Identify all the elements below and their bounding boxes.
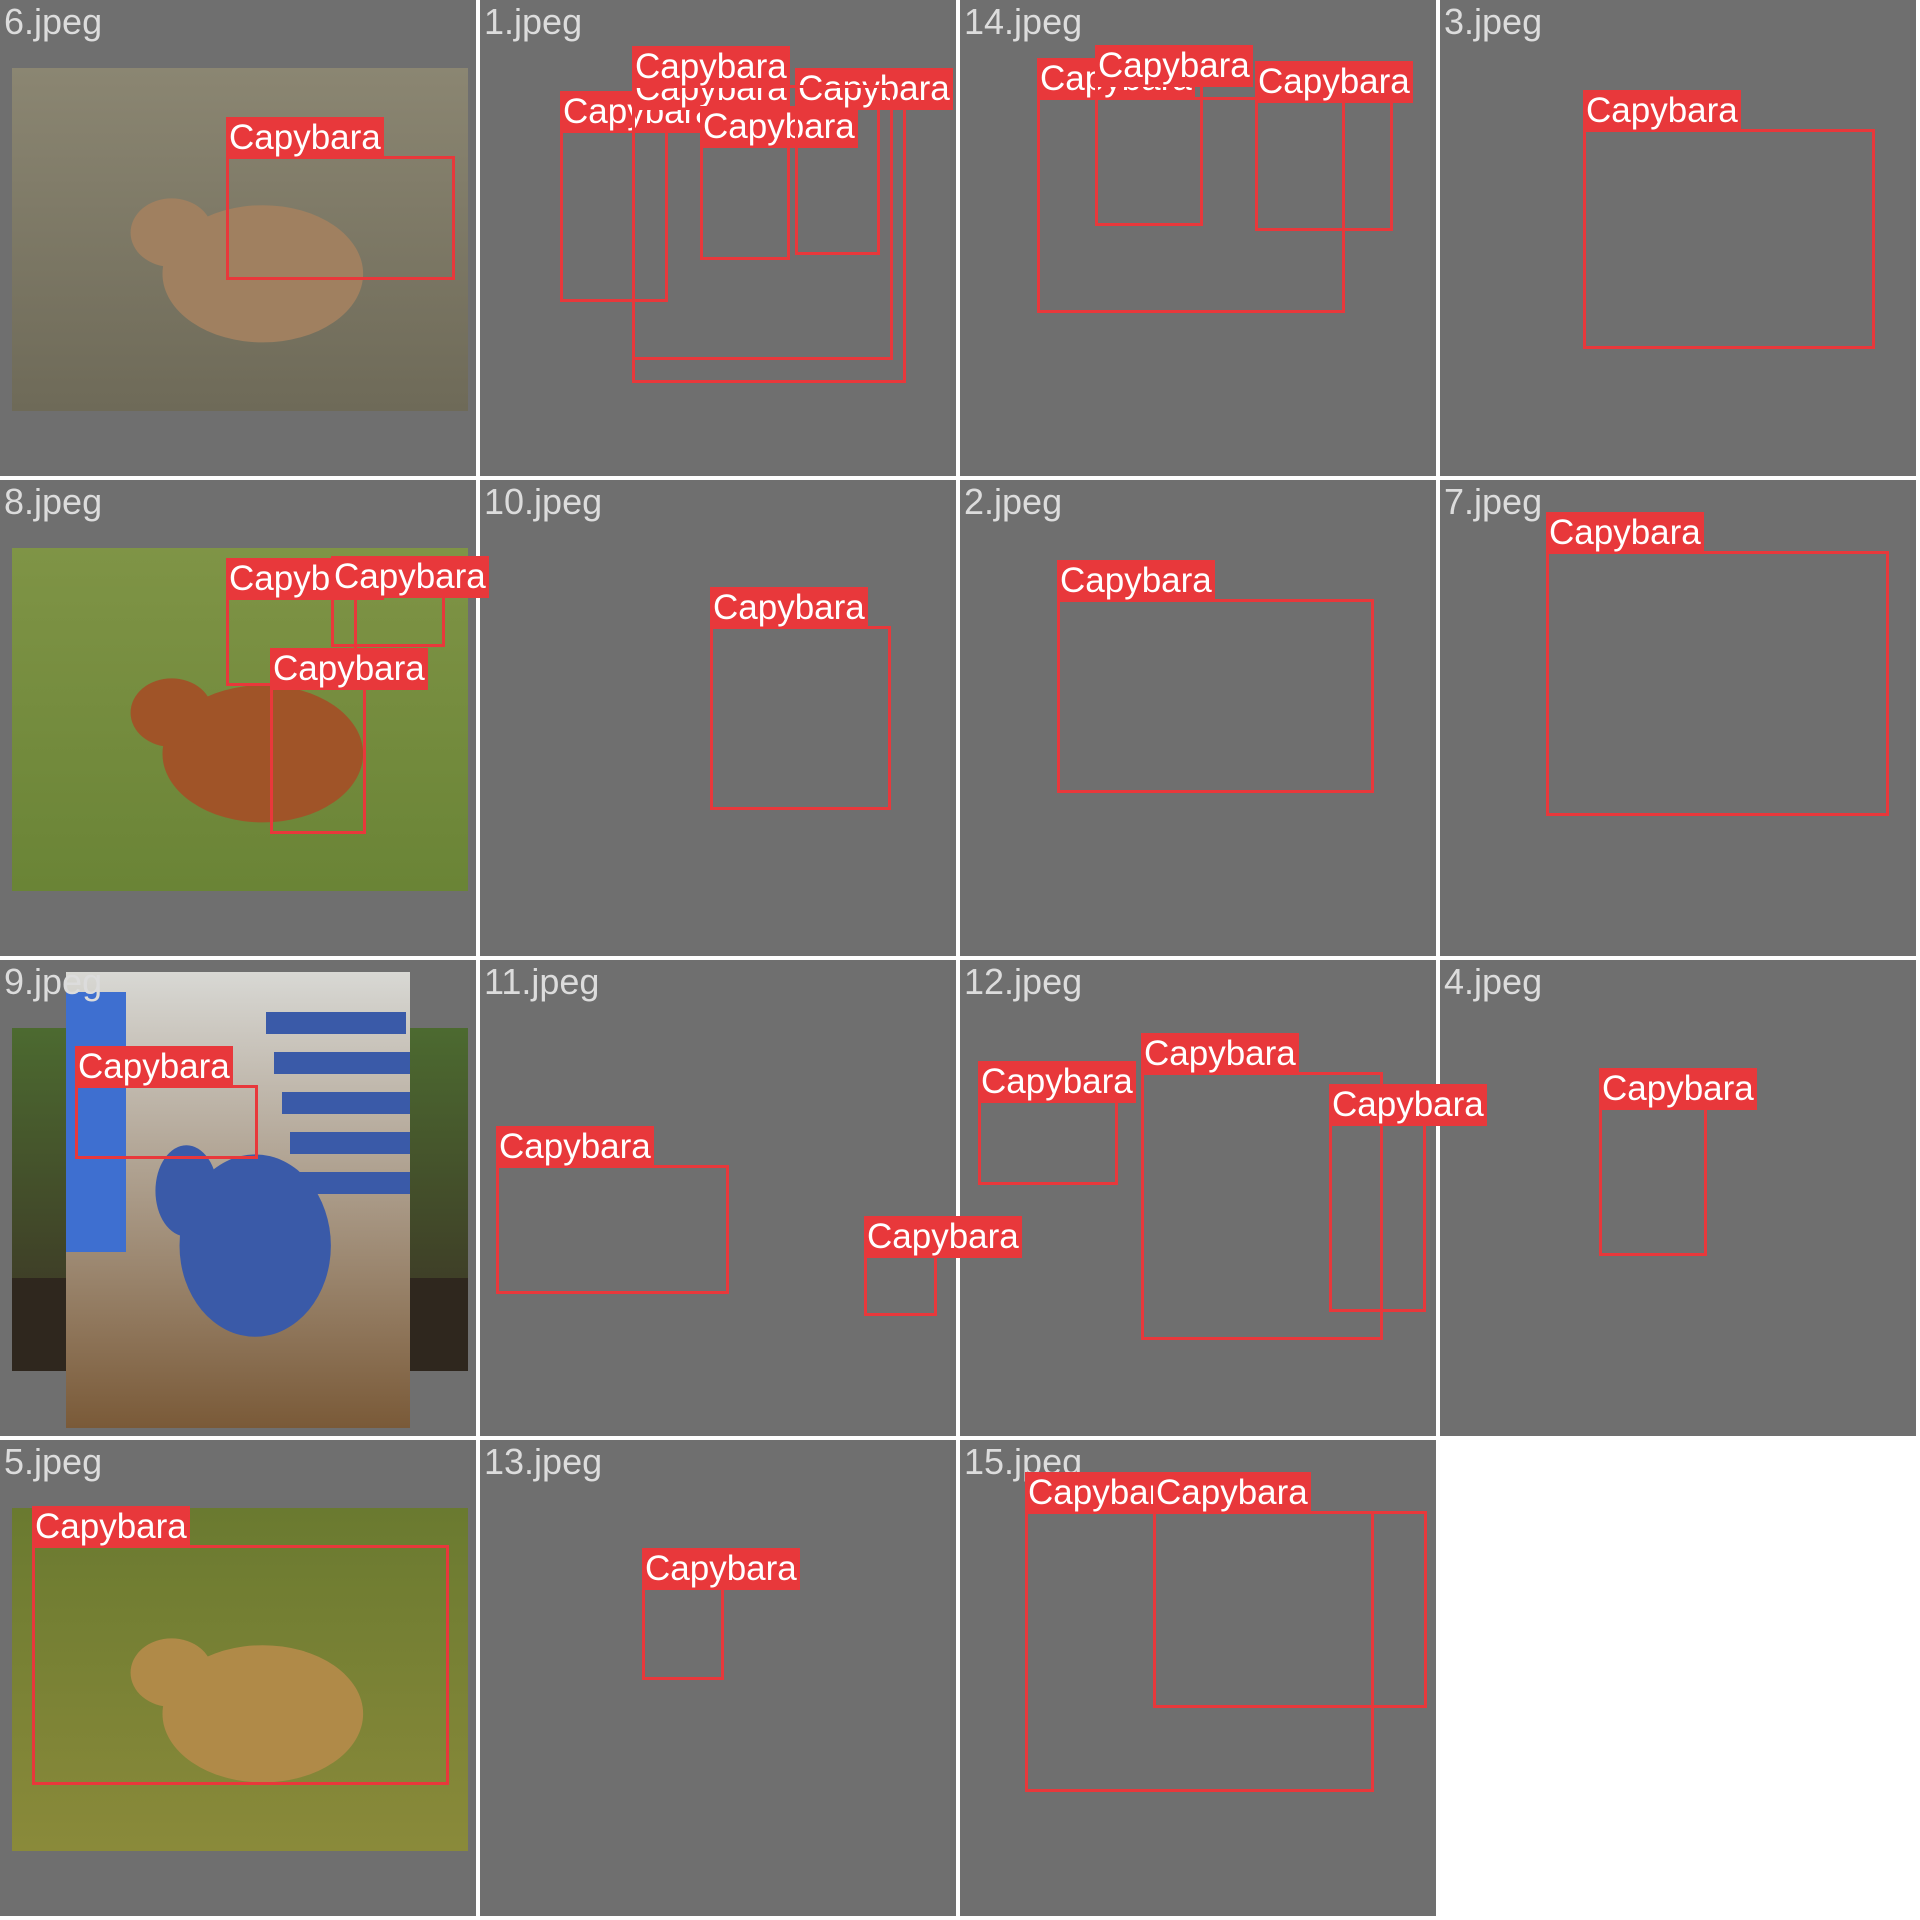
tile-filename: 9.jpeg bbox=[4, 961, 103, 1002]
detection-label: Capybara bbox=[32, 1506, 190, 1548]
detection-box: Capybara bbox=[1255, 61, 1413, 231]
detection-label: Capybara bbox=[1141, 1033, 1299, 1075]
result-tile[interactable]: 15.jpeg Capybara Capybara bbox=[12, 1440, 1436, 1916]
tile-filename: 13.jpeg bbox=[484, 1441, 603, 1482]
detection-label: Capybara bbox=[710, 587, 868, 629]
detection-box: Capybara bbox=[496, 1126, 729, 1294]
detection-label: Capybara bbox=[1583, 90, 1741, 132]
detection-box: Capybara bbox=[632, 46, 893, 360]
detection-box: Capybara bbox=[1583, 90, 1875, 349]
detection-box: Capybara bbox=[331, 556, 489, 647]
detection-label: Capybara bbox=[226, 117, 384, 159]
detection-label: Capybara bbox=[632, 46, 790, 88]
detection-box: Capybara bbox=[978, 1061, 1136, 1185]
result-tile[interactable]: 7.jpeg Capybara bbox=[12, 480, 1916, 956]
detection-label: Capybara bbox=[1255, 61, 1413, 103]
detection-label: Capybara bbox=[331, 556, 489, 598]
detection-box: Capybara bbox=[642, 1548, 800, 1680]
detection-box: Capybara bbox=[1546, 512, 1889, 816]
tile-filename: 6.jpeg bbox=[4, 1, 103, 42]
result-tile[interactable]: 10.jpeg Capybara bbox=[12, 480, 956, 956]
detection-results-grid: 6.jpeg Capybara 1.jpeg Capybara Capybara Capy… bbox=[0, 0, 1920, 1920]
detection-label: Capybara bbox=[978, 1061, 1136, 1103]
detection-label: Capybara bbox=[864, 1216, 1022, 1258]
detection-label: Capybara bbox=[270, 648, 428, 690]
detection-box: Capybara bbox=[1153, 1472, 1427, 1708]
detection-label: Capybara bbox=[1546, 512, 1704, 554]
result-tile[interactable]: 13.jpeg Capybara bbox=[12, 1440, 956, 1916]
result-tile[interactable]: 4.jpeg Capybara bbox=[66, 960, 1916, 1436]
detection-box: Capybara bbox=[1599, 1068, 1757, 1256]
tile-filename: 2.jpeg bbox=[964, 481, 1063, 522]
tile-filename: 12.jpeg bbox=[964, 961, 1083, 1002]
empty-tile bbox=[1440, 1440, 1916, 1916]
tile-image bbox=[66, 972, 410, 1428]
detection-label: Capybara bbox=[1095, 45, 1253, 87]
detection-label: Capybara bbox=[642, 1548, 800, 1590]
detection-box: Capybara bbox=[75, 1046, 258, 1159]
result-tile[interactable]: 12.jpeg Capybara Capybara Capybara bbox=[12, 960, 1487, 1436]
tile-filename: 1.jpeg bbox=[484, 1, 583, 42]
tile-filename: 3.jpeg bbox=[1444, 1, 1543, 42]
tile-filename: 4.jpeg bbox=[1444, 961, 1543, 1002]
detection-box: Capybara bbox=[32, 1506, 449, 1785]
result-tile[interactable]: 3.jpeg Capybara bbox=[12, 0, 1916, 476]
detection-box: Capybara bbox=[270, 648, 428, 834]
detection-label: Capybara bbox=[1057, 560, 1215, 602]
detection-box: Capybara bbox=[1095, 45, 1253, 226]
detection-box: Capybara bbox=[1057, 560, 1374, 793]
tile-filename: 10.jpeg bbox=[484, 481, 603, 522]
detection-label: Capybara bbox=[1153, 1472, 1311, 1514]
result-tile[interactable]: 1.jpeg Capybara Capybara Capybara Capybara Ca… bbox=[12, 0, 956, 476]
result-tile[interactable]: 14.jpegCapybaraCapybaraCapybara bbox=[12, 0, 1436, 476]
detection-box: Capybara bbox=[710, 587, 891, 810]
result-tile[interactable]: 2.jpeg Capybara bbox=[12, 480, 1436, 956]
tile-filename: 5.jpeg bbox=[4, 1441, 103, 1482]
tile-filename: 7.jpeg bbox=[1444, 481, 1543, 522]
detection-box: Capybara bbox=[226, 117, 455, 280]
tile-filename: 14.jpeg bbox=[964, 1, 1083, 42]
detection-box: Capybara bbox=[1329, 1084, 1487, 1312]
detection-label: Capybara bbox=[1329, 1084, 1487, 1126]
detection-label: Capybara bbox=[1599, 1068, 1757, 1110]
result-tile[interactable]: 11.jpeg Capybara Capybara bbox=[12, 960, 1022, 1436]
detection-label: Capybara bbox=[496, 1126, 654, 1168]
tile-filename: 8.jpeg bbox=[4, 481, 103, 522]
detection-label: Capybara bbox=[75, 1046, 233, 1088]
detection-box: Capybara bbox=[864, 1216, 1022, 1316]
tile-filename: 11.jpeg bbox=[484, 961, 600, 1002]
